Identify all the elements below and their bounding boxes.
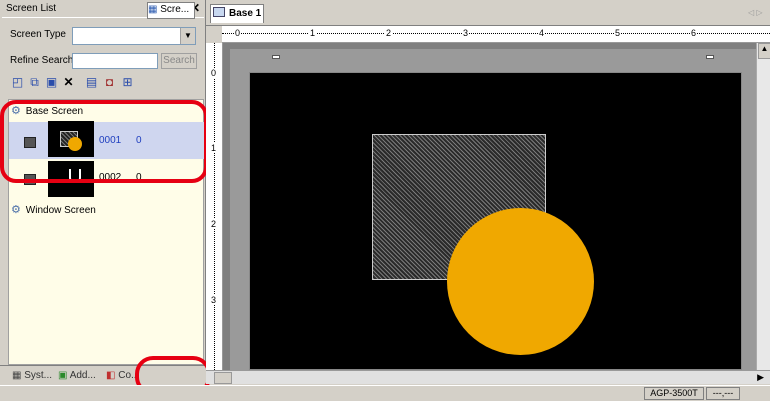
ruler-tick-label: 0 <box>211 68 217 78</box>
scroll-thumb[interactable] <box>214 372 232 384</box>
vertical-ruler: 0 1 2 3 <box>206 43 223 370</box>
horizontal-scrollbar[interactable]: ▶ <box>206 370 770 384</box>
resize-handle[interactable] <box>272 55 280 59</box>
panel-title: Screen List <box>6 3 57 14</box>
tree-group-label: Window Screen <box>25 205 96 216</box>
ruler-tick-label: 6 <box>690 28 698 38</box>
copy-screen-icon[interactable]: ⧉ <box>27 75 42 90</box>
tab-address[interactable]: ▣ Add... <box>58 369 96 385</box>
vertical-scrollbar[interactable]: ▲ <box>756 43 770 370</box>
scroll-right-arrow[interactable]: ▶ <box>757 372 764 383</box>
horizontal-ruler: 0 1 2 3 4 5 6 <box>222 26 770 43</box>
delete-icon[interactable]: ✕ <box>61 75 76 90</box>
resize-handle[interactable] <box>706 55 714 59</box>
screen-list-toolbar: ◰ ⧉ ▣ ✕ ▤ ◘ ⊞ <box>10 75 200 93</box>
screen-type-label: Screen Type <box>10 29 66 40</box>
ruler-tick-label: 5 <box>614 28 622 38</box>
document-tab-bar <box>206 0 770 26</box>
tree-group-window[interactable]: ⚙ Window Screen <box>11 203 96 216</box>
ruler-tick-label: 2 <box>385 28 393 38</box>
status-model: AGP-3500T <box>644 387 704 400</box>
status-coordinates: ---,--- <box>706 387 740 400</box>
tab-label: Syst... <box>24 370 53 381</box>
screen-list-icon: ▦ <box>148 4 158 15</box>
new-screen-icon[interactable]: ◰ <box>10 75 25 90</box>
search-button[interactable]: Search <box>161 53 197 69</box>
address-icon: ▣ <box>58 370 68 381</box>
screen-type-select[interactable]: ▼ <box>72 27 196 45</box>
tab-scroll-arrows[interactable]: ◁ ▷ <box>748 8 763 17</box>
move-screen-icon[interactable]: ⊞ <box>120 75 135 90</box>
tab-label: Add... <box>69 370 96 381</box>
highlight-base-screen <box>0 100 208 183</box>
ruler-tick-label: 0 <box>234 28 242 38</box>
common-icon: ◧ <box>106 370 116 381</box>
ruler-tick-label: 1 <box>211 143 217 153</box>
screen-icon <box>213 7 225 17</box>
ruler-tick-label: 1 <box>309 28 317 38</box>
scroll-up-arrow[interactable]: ▲ <box>758 43 770 59</box>
tab-system[interactable]: ▦ Syst... <box>12 369 52 385</box>
ruler-tick-label: 2 <box>211 219 217 229</box>
tab-label: Scre... <box>160 4 190 15</box>
screen-color-icon[interactable]: ◘ <box>102 75 117 90</box>
ruler-tick-label: 3 <box>462 28 470 38</box>
chevron-down-icon[interactable]: ▼ <box>180 28 195 44</box>
ruler-tick-label: 4 <box>538 28 546 38</box>
properties-icon[interactable]: ▤ <box>84 75 99 90</box>
screen-group-icon: ⚙ <box>11 204 21 216</box>
paste-screen-icon[interactable]: ▣ <box>44 75 59 90</box>
system-icon: ▦ <box>12 370 22 381</box>
ruler-tick-label: 3 <box>211 295 217 305</box>
tab-screen[interactable]: ▦ Scre... <box>147 2 195 19</box>
refine-search-input[interactable] <box>72 53 158 69</box>
refine-search-label: Refine Search <box>10 55 74 66</box>
circle-shape[interactable] <box>447 208 594 355</box>
